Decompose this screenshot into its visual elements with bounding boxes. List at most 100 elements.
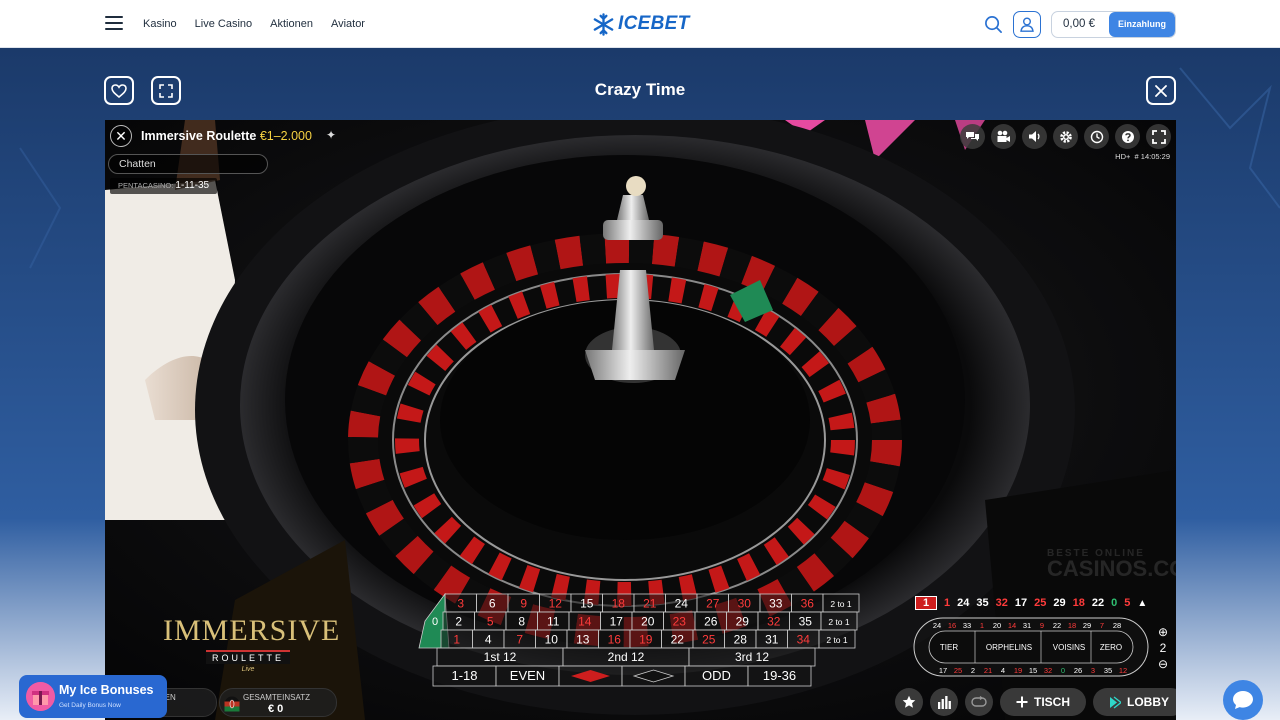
- help-button[interactable]: [1115, 124, 1140, 149]
- favorite-bets-button[interactable]: [895, 688, 923, 716]
- ice-bonuses-widget[interactable]: My Ice Bonuses Get Daily Bonus Now: [19, 675, 167, 718]
- pin-icon[interactable]: ✦: [326, 128, 336, 142]
- bet-cell[interactable]: 11: [537, 611, 570, 631]
- site-logo[interactable]: ICEBET: [592, 12, 689, 36]
- racetrack-number[interactable]: 26: [1074, 666, 1082, 675]
- bet-cell-outside[interactable]: [621, 665, 686, 687]
- bet-cell[interactable]: 22: [661, 629, 694, 649]
- racetrack-number[interactable]: 15: [1029, 666, 1037, 675]
- bet-cell-column[interactable]: 2 to 1: [820, 611, 858, 631]
- betting-table[interactable]: 03 6 9 12 15 18 21 24 27 30 33 36 2 to 12 5 8 11 14 17 20 2…: [410, 592, 880, 700]
- settings-button[interactable]: [1053, 124, 1078, 149]
- bet-cell[interactable]: 33: [759, 593, 792, 613]
- statistics-button[interactable]: [930, 688, 958, 716]
- search-icon[interactable]: [984, 15, 1003, 34]
- bet-cell-outside[interactable]: EVEN: [495, 665, 560, 687]
- racetrack-number[interactable]: 29: [1083, 621, 1091, 630]
- racetrack-number[interactable]: 19: [1014, 666, 1022, 675]
- bet-cell[interactable]: 29: [726, 611, 759, 631]
- expand-history-icon[interactable]: ▲: [1137, 598, 1147, 609]
- racetrack[interactable]: 24 16 33 1 20 14 31 9 22 18 29 7 2812353260321519421…: [913, 617, 1149, 677]
- bet-cell[interactable]: 20: [631, 611, 664, 631]
- bet-cell[interactable]: 23: [663, 611, 696, 631]
- bet-cell[interactable]: 1: [440, 629, 473, 649]
- racetrack-number[interactable]: 16: [948, 621, 956, 630]
- bet-cell[interactable]: 2: [442, 611, 475, 631]
- repeat-button[interactable]: [965, 688, 993, 716]
- bet-cell-column[interactable]: 2 to 1: [818, 629, 856, 649]
- racetrack-number[interactable]: 25: [954, 666, 962, 675]
- bet-cell-outside[interactable]: ODD: [684, 665, 749, 687]
- nav-link-live-casino[interactable]: Live Casino: [195, 18, 252, 30]
- bet-cell[interactable]: 34: [787, 629, 820, 649]
- racetrack-number[interactable]: 14: [1008, 621, 1016, 630]
- bet-cell[interactable]: 36: [791, 593, 824, 613]
- racetrack-number[interactable]: 22: [1053, 621, 1061, 630]
- bet-cell[interactable]: 32: [757, 611, 790, 631]
- racetrack-number[interactable]: 12: [1119, 666, 1127, 675]
- close-game-button[interactable]: [1146, 76, 1176, 105]
- bet-cell[interactable]: 16: [598, 629, 631, 649]
- racetrack-number[interactable]: 3: [1091, 666, 1095, 675]
- bet-cell[interactable]: 10: [535, 629, 568, 649]
- racetrack-number[interactable]: 32: [1044, 666, 1052, 675]
- bet-cell[interactable]: 18: [602, 593, 635, 613]
- bet-cell[interactable]: 26: [694, 611, 727, 631]
- chat-toggle-button[interactable]: [960, 124, 985, 149]
- racetrack-number[interactable]: 7: [1100, 621, 1104, 630]
- bet-cell[interactable]: 15: [570, 593, 603, 613]
- bet-cell[interactable]: 12: [539, 593, 572, 613]
- racetrack-section-label[interactable]: TIER: [940, 643, 958, 652]
- video-button[interactable]: [991, 124, 1016, 149]
- game-frame[interactable]: ✕ Immersive Roulette €1–2.000 ✦ Chatten …: [105, 120, 1176, 720]
- nav-link-aviator[interactable]: Aviator: [331, 18, 365, 30]
- racetrack-number[interactable]: 21: [984, 666, 992, 675]
- racetrack-number[interactable]: 35: [1104, 666, 1112, 675]
- bet-cell-outside[interactable]: 19-36: [747, 665, 812, 687]
- bet-cell[interactable]: 25: [692, 629, 725, 649]
- chat-input[interactable]: Chatten: [108, 154, 268, 174]
- bet-cell[interactable]: 31: [755, 629, 788, 649]
- racetrack-number[interactable]: 33: [963, 621, 971, 630]
- bet-cell[interactable]: 17: [600, 611, 633, 631]
- bet-cell[interactable]: 8: [505, 611, 538, 631]
- racetrack-number[interactable]: 17: [939, 666, 947, 675]
- bet-cell-dozen[interactable]: 2nd 12: [562, 647, 690, 667]
- bet-cell[interactable]: 21: [633, 593, 666, 613]
- bet-cell[interactable]: 7: [503, 629, 536, 649]
- game-fullscreen-button[interactable]: [1146, 124, 1171, 149]
- bet-cell[interactable]: 27: [696, 593, 729, 613]
- bet-cell[interactable]: 30: [728, 593, 761, 613]
- bet-cell[interactable]: 5: [474, 611, 507, 631]
- bet-cell-dozen[interactable]: 3rd 12: [688, 647, 816, 667]
- bet-cell-outside[interactable]: [558, 665, 623, 687]
- bet-cell-outside[interactable]: 1-18: [432, 665, 497, 687]
- live-chat-button[interactable]: [1223, 680, 1263, 720]
- racetrack-section-label[interactable]: VOISINS: [1053, 643, 1085, 652]
- racetrack-number[interactable]: 20: [993, 621, 1001, 630]
- racetrack-number[interactable]: 0: [1061, 666, 1065, 675]
- nav-link-aktionen[interactable]: Aktionen: [270, 18, 313, 30]
- bet-cell[interactable]: 28: [724, 629, 757, 649]
- racetrack-section-label[interactable]: ORPHELINS: [986, 643, 1032, 652]
- sound-button[interactable]: [1022, 124, 1047, 149]
- account-button[interactable]: [1013, 11, 1041, 38]
- table-button[interactable]: TISCH: [1000, 688, 1086, 716]
- bet-cell[interactable]: 14: [568, 611, 601, 631]
- racetrack-number[interactable]: 9: [1040, 621, 1044, 630]
- deposit-button[interactable]: Einzahlung: [1109, 12, 1175, 37]
- bet-cell[interactable]: 19: [629, 629, 662, 649]
- nav-link-kasino[interactable]: Kasino: [143, 18, 177, 30]
- history-button[interactable]: [1084, 124, 1109, 149]
- bet-cell[interactable]: 9: [507, 593, 540, 613]
- racetrack-number[interactable]: 24: [933, 621, 941, 630]
- bet-cell[interactable]: 6: [476, 593, 509, 613]
- bet-cell-dozen[interactable]: 1st 12: [436, 647, 564, 667]
- menu-icon[interactable]: [105, 16, 123, 30]
- bet-cell-column[interactable]: 2 to 1: [822, 593, 860, 613]
- racetrack-number[interactable]: 1: [980, 621, 984, 630]
- plus-icon[interactable]: ⊕: [1155, 624, 1171, 640]
- racetrack-number[interactable]: 18: [1068, 621, 1076, 630]
- bet-cell[interactable]: 35: [789, 611, 822, 631]
- racetrack-number[interactable]: 2: [971, 666, 975, 675]
